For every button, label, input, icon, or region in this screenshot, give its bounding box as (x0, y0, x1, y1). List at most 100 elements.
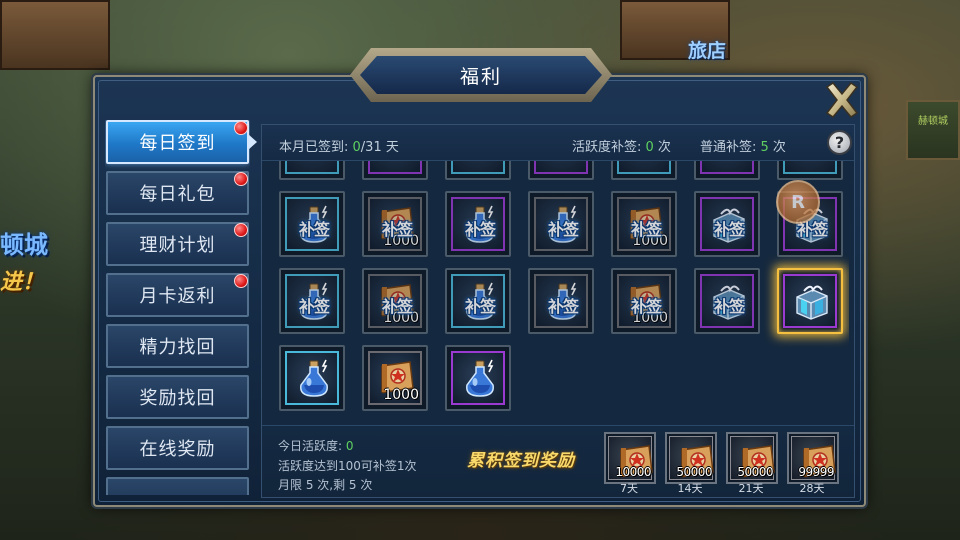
sidebar-item-7[interactable]: 在线奖励 (106, 426, 249, 470)
calendar-day-cell[interactable] (528, 161, 594, 180)
go-label: 进！ (0, 270, 45, 295)
calendar-day-cell[interactable] (777, 161, 843, 180)
sidebar-item-label: 精力找回 (139, 337, 216, 358)
activity-resign-count: 活跃度补签: 0 次 (572, 140, 671, 155)
cumulative-reward-slot[interactable]: 99999 (787, 432, 839, 484)
sidebar-item-2[interactable]: 每日礼包 (106, 171, 249, 215)
signin-calendar-grid[interactable]: 补签 1000 补签 补签 补签 1000 补签 补签 补签 补签 1000 补签 补签 补签 1000 补签… (269, 161, 849, 425)
close-button[interactable] (822, 80, 862, 120)
sidebar-item-6[interactable]: 奖励找回 (106, 375, 249, 419)
calendar-day-cell[interactable]: 补签 (445, 268, 511, 334)
normal-resign-count: 普通补签: 5 次 (700, 140, 786, 155)
day-frame: 1000 补签 (368, 197, 422, 251)
potion-icon (466, 359, 494, 397)
monthly-limit-text: 月限 5 次,剩 5 次 (278, 478, 373, 492)
calendar-day-cell[interactable]: 1000 补签 (611, 191, 677, 257)
sidebar-item-5[interactable]: 精力找回 (106, 324, 249, 368)
day-frame: 1000 (368, 351, 422, 405)
sidebar-item-1[interactable]: 每日签到 (106, 120, 249, 164)
day-frame (285, 161, 339, 174)
reward-quantity: 50000 (676, 465, 712, 479)
sidebar-item-3[interactable]: 理财计划 (106, 222, 249, 266)
calendar-day-cell[interactable] (611, 161, 677, 180)
day-frame (451, 161, 505, 174)
calendar-day-cell[interactable]: 补签 (528, 191, 594, 257)
sidebar-item-label: 在线奖励 (139, 439, 216, 460)
window-title: 福利 (459, 65, 502, 88)
day-frame: 1000 补签 (617, 274, 671, 328)
city-signboard: 赫顿城 (906, 100, 960, 160)
question-mark-icon: ? (834, 133, 845, 152)
calendar-day-cell[interactable]: 补签 (528, 268, 594, 334)
resign-stamp: 补签 (630, 220, 662, 239)
sidebar-item-label: 每日礼包 (139, 184, 216, 205)
reward-quantity: 10000 (615, 465, 651, 479)
resign-stamp: 补签 (630, 297, 662, 316)
day-frame: 补签 (700, 274, 754, 328)
day-frame: 补签 (285, 274, 339, 328)
calendar-day-cell[interactable]: 补签 (694, 268, 760, 334)
calendar-day-cell[interactable] (445, 345, 511, 411)
active-item-pointer (248, 134, 257, 150)
resign-stamp: 补签 (713, 220, 745, 239)
calendar-day-cell[interactable] (362, 161, 428, 180)
calendar-day-cell[interactable]: 补签 (694, 191, 760, 257)
calendar-day-cell[interactable] (777, 268, 843, 334)
day-frame: 1000 补签 (368, 274, 422, 328)
monthly-signed-count: 本月已签到: 0/31 天 (279, 140, 399, 155)
gift-chest-icon (796, 285, 828, 320)
calendar-day-cell[interactable]: 1000 (362, 345, 428, 411)
calendar-day-cell[interactable] (279, 161, 345, 180)
reward-frame: 50000 (730, 436, 775, 480)
sidebar-item-4[interactable]: 月卡返利 (106, 273, 249, 317)
reward-day-label: 28天 (799, 482, 825, 495)
sidebar-item-label: 理财计划 (139, 235, 216, 256)
potion-icon (300, 359, 328, 397)
reward-frame: 10000 (608, 436, 653, 480)
reward-frame: 50000 (669, 436, 714, 480)
calendar-day-cell[interactable] (279, 345, 345, 411)
resign-stamp: 补签 (464, 297, 496, 316)
resign-stamp: 补签 (713, 297, 745, 316)
calendar-day-cell[interactable]: 补签 (445, 191, 511, 257)
day-frame (617, 161, 671, 174)
calendar-day-cell[interactable] (694, 161, 760, 180)
background-building (0, 0, 110, 70)
cumulative-reward-slot[interactable]: 50000 (726, 432, 778, 484)
resign-stamp: 补签 (547, 297, 579, 316)
day-frame (368, 161, 422, 174)
calendar-day-cell[interactable]: 补签 (279, 191, 345, 257)
sidebar-item-label: 奖励找回 (139, 388, 216, 409)
floating-avatar-icon[interactable]: R (776, 180, 820, 224)
day-frame: 补签 (285, 197, 339, 251)
day-frame: 1000 补签 (617, 197, 671, 251)
day-frame (783, 274, 837, 328)
reward-quantity: 50000 (737, 465, 773, 479)
resign-stamp: 补签 (298, 220, 330, 239)
cumulative-reward-title: 累积签到奖励 (467, 451, 575, 471)
title-plate: 福利 (360, 56, 602, 94)
resign-rule-text: 活跃度达到100可补签1次 (278, 459, 417, 473)
reward-frame: 99999 (791, 436, 836, 480)
help-button[interactable]: ? (827, 130, 852, 155)
resign-stamp: 补签 (298, 297, 330, 316)
hotel-label: 旅店 (688, 40, 727, 62)
day-frame (534, 161, 588, 174)
calendar-day-cell[interactable]: 1000 补签 (362, 268, 428, 334)
notification-dot (234, 274, 248, 288)
today-activity: 今日活跃度: 0 (278, 439, 354, 453)
calendar-day-cell[interactable]: 1000 补签 (362, 191, 428, 257)
day-frame: 补签 (451, 274, 505, 328)
sidebar-item-more[interactable] (106, 477, 249, 495)
day-frame: 补签 (534, 274, 588, 328)
calendar-day-cell[interactable]: 1000 补签 (611, 268, 677, 334)
notification-dot (234, 172, 248, 186)
day-frame: 补签 (700, 197, 754, 251)
city-name-label: 顿城 (0, 231, 48, 259)
cumulative-reward-slot[interactable]: 50000 (665, 432, 717, 484)
calendar-day-cell[interactable]: 补签 (279, 268, 345, 334)
close-x-icon (825, 81, 859, 119)
calendar-day-cell[interactable] (445, 161, 511, 180)
cumulative-reward-slot[interactable]: 10000 (604, 432, 656, 484)
daily-signin-content: 本月已签到: 0/31 天 活跃度补签: 0 次 普通补签: 5 次 ? 补签 1… (261, 124, 855, 498)
